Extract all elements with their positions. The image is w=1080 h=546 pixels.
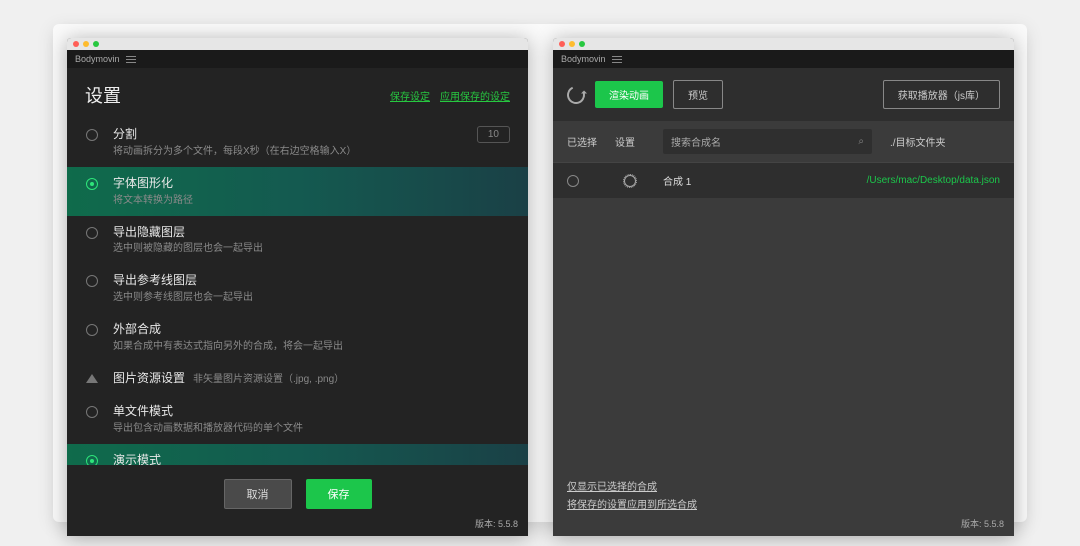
apply-saved-link[interactable]: 将保存的设置应用到所选合成 xyxy=(567,496,1000,511)
search-input[interactable]: 搜索合成名 ⌕ xyxy=(663,129,872,154)
version-label: 版本: 5.5.8 xyxy=(67,515,528,536)
close-dot[interactable] xyxy=(73,41,79,47)
radio-off-icon[interactable] xyxy=(86,406,98,418)
settings-list: 分割将动画拆分为多个文件，每段X秒（在右边空格输入X） 10 字体图形化将文本转换为… xyxy=(67,118,528,465)
setting-title: 导出隐藏图层 xyxy=(113,224,510,241)
setting-row[interactable]: 字体图形化将文本转换为路径 xyxy=(67,167,528,216)
setting-subtitle: 导出包含动画数据和播放器代码的单个文件 xyxy=(113,422,510,436)
setting-row[interactable]: 导出隐藏图层选中则被隐藏的图层也会一起导出 xyxy=(67,216,528,265)
composition-path[interactable]: /Users/mac/Desktop/data.json xyxy=(820,175,1000,186)
version-label: 版本: 5.5.8 xyxy=(553,515,1014,536)
setting-row[interactable]: 演示模式导出一个html文件方便本地预览 xyxy=(67,444,528,465)
setting-subtitle: 选中则被隐藏的图层也会一起导出 xyxy=(113,242,510,256)
close-dot[interactable] xyxy=(559,41,565,47)
preview-button[interactable]: 预览 xyxy=(673,80,723,109)
app-title: Bodymovin xyxy=(75,54,120,64)
page-title: 设置 xyxy=(85,82,121,108)
setting-subtitle: 将文本转换为路径 xyxy=(113,194,510,208)
setting-title: 导出参考线图层 xyxy=(113,272,510,289)
window-chrome xyxy=(553,38,1014,50)
select-toggle[interactable] xyxy=(567,175,579,187)
title-bar: Bodymovin xyxy=(553,50,1014,68)
title-bar: Bodymovin xyxy=(67,50,528,68)
split-seconds-input[interactable]: 10 xyxy=(477,126,510,143)
menu-icon[interactable] xyxy=(612,54,622,65)
compositions-window: Bodymovin 渲染动画 预览 获取播放器（js库） 已选择 设置 搜索合成… xyxy=(553,38,1014,536)
col-target: ./目标文件夹 xyxy=(890,134,1000,149)
radio-off-icon[interactable] xyxy=(86,275,98,287)
refresh-icon[interactable] xyxy=(564,83,587,106)
zoom-dot[interactable] xyxy=(579,41,585,47)
setting-title: 演示模式 xyxy=(113,452,510,465)
setting-subtitle: 选中则参考线图层也会一起导出 xyxy=(113,291,510,305)
settings-window: Bodymovin 设置 保存设定 应用保存的设定 分割将动画拆分为多个文件，每… xyxy=(67,38,528,536)
cancel-button[interactable]: 取消 xyxy=(224,479,292,509)
search-placeholder: 搜索合成名 xyxy=(671,134,721,149)
minimize-dot[interactable] xyxy=(83,41,89,47)
setting-row[interactable]: 导出参考线图层选中则参考线图层也会一起导出 xyxy=(67,264,528,313)
save-settings-link[interactable]: 保存设定 xyxy=(390,88,430,103)
setting-subtitle: 如果合成中有表达式指向另外的合成，将会一起导出 xyxy=(113,340,510,354)
radio-on-icon[interactable] xyxy=(86,178,98,190)
setting-title: 分割 xyxy=(113,126,463,143)
zoom-dot[interactable] xyxy=(93,41,99,47)
setting-row[interactable]: 图片资源设置非矢量图片资源设置（.jpg, .png） xyxy=(67,362,528,395)
setting-title: 外部合成 xyxy=(113,321,510,338)
radio-on-icon[interactable] xyxy=(86,455,98,465)
only-selected-link[interactable]: 仅显示已选择的合成 xyxy=(567,478,1000,493)
radio-off-icon[interactable] xyxy=(86,129,98,141)
column-header-row: 已选择 设置 搜索合成名 ⌕ ./目标文件夹 xyxy=(553,121,1014,163)
toolbar: 渲染动画 预览 获取播放器（js库） xyxy=(553,68,1014,121)
col-selected: 已选择 xyxy=(567,134,597,149)
composition-name: 合成 1 xyxy=(663,173,802,188)
radio-off-icon[interactable] xyxy=(86,324,98,336)
window-chrome xyxy=(67,38,528,50)
expand-icon[interactable] xyxy=(86,374,98,383)
radio-off-icon[interactable] xyxy=(86,227,98,239)
setting-subtitle: 将动画拆分为多个文件，每段X秒（在右边空格输入X） xyxy=(113,145,463,159)
setting-title: 单文件模式 xyxy=(113,403,510,420)
setting-title: 字体图形化 xyxy=(113,175,510,192)
search-icon: ⌕ xyxy=(858,136,864,147)
setting-row[interactable]: 分割将动画拆分为多个文件，每段X秒（在右边空格输入X） 10 xyxy=(67,118,528,167)
setting-row[interactable]: 单文件模式导出包含动画数据和播放器代码的单个文件 xyxy=(67,395,528,444)
setting-inline-desc: 非矢量图片资源设置（.jpg, .png） xyxy=(193,374,344,385)
app-title: Bodymovin xyxy=(561,54,606,64)
menu-icon[interactable] xyxy=(126,54,136,65)
setting-title: 图片资源设置非矢量图片资源设置（.jpg, .png） xyxy=(113,370,510,387)
minimize-dot[interactable] xyxy=(569,41,575,47)
composition-row[interactable]: 合成 1 /Users/mac/Desktop/data.json xyxy=(553,163,1014,198)
render-button[interactable]: 渲染动画 xyxy=(595,81,663,108)
save-button[interactable]: 保存 xyxy=(306,479,372,509)
apply-saved-settings-link[interactable]: 应用保存的设定 xyxy=(440,88,510,103)
gear-icon[interactable] xyxy=(624,175,636,187)
get-player-button[interactable]: 获取播放器（js库） xyxy=(883,80,1000,109)
col-settings: 设置 xyxy=(615,134,645,149)
setting-row[interactable]: 外部合成如果合成中有表达式指向另外的合成，将会一起导出 xyxy=(67,313,528,362)
